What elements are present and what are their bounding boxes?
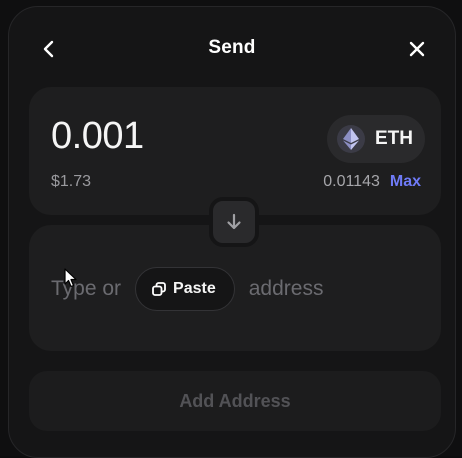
arrow-down-icon: [225, 213, 243, 231]
fiat-value: $1.73: [51, 173, 91, 191]
balance-row: 0.01143 Max: [323, 173, 421, 191]
amount-card: 0.001 $1.73 ETH 0.01143 Max: [29, 87, 441, 215]
paste-button[interactable]: Paste: [135, 267, 235, 311]
ethereum-icon: [337, 125, 365, 153]
address-input[interactable]: Type or Paste address: [51, 267, 323, 311]
balance-value: 0.01143: [323, 173, 380, 191]
max-button[interactable]: Max: [390, 173, 421, 191]
address-placeholder-prefix: Type or: [51, 277, 121, 301]
page-title: Send: [9, 37, 455, 59]
send-modal: Send 0.001 $1.73 ETH 0.01143 Max: [8, 6, 456, 458]
paste-label: Paste: [173, 280, 216, 298]
address-placeholder-suffix: address: [249, 277, 324, 301]
direction-arrow: [209, 197, 259, 247]
add-address-button[interactable]: Add Address: [29, 371, 441, 431]
copy-icon: [152, 282, 166, 296]
close-icon: [408, 40, 426, 58]
close-button[interactable]: [401, 33, 433, 65]
token-symbol: ETH: [375, 128, 413, 150]
modal-header: Send: [9, 7, 455, 87]
token-selector-button[interactable]: ETH: [327, 115, 425, 163]
amount-input[interactable]: 0.001: [51, 115, 144, 158]
mouse-cursor-icon: [64, 268, 78, 288]
